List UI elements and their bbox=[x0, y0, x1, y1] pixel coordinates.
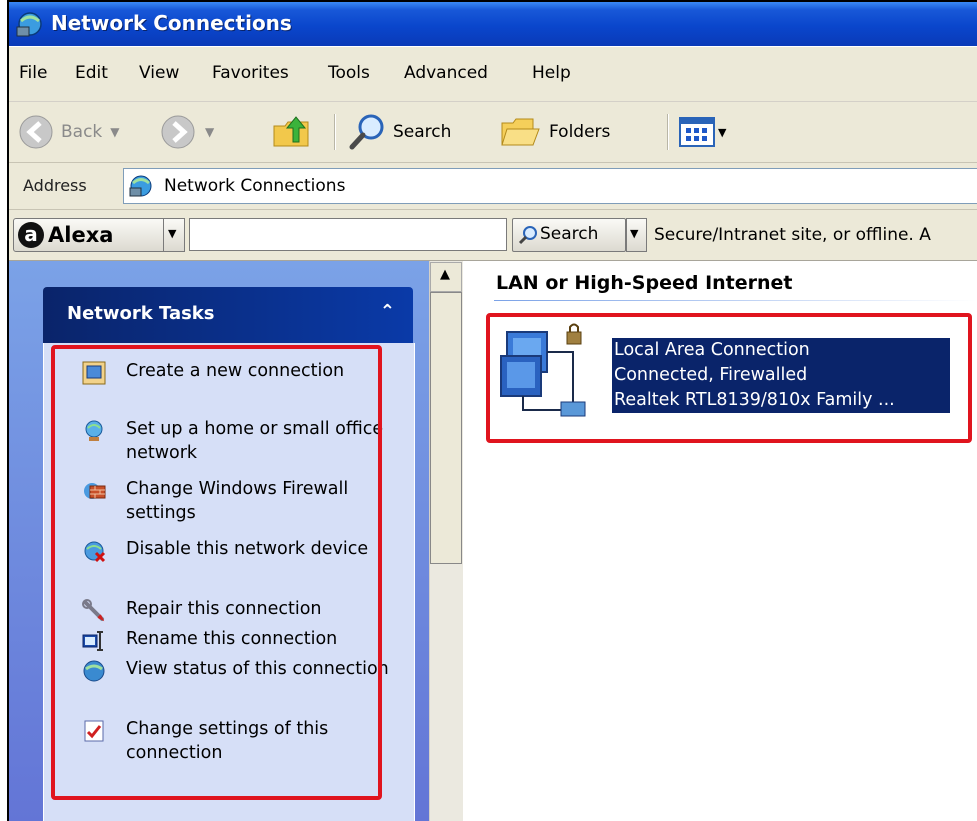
views-dropdown-icon[interactable]: ▼ bbox=[718, 126, 726, 139]
search-button[interactable]: Search bbox=[347, 111, 451, 153]
alexa-status-text: Secure/Intranet site, or offline. A bbox=[654, 225, 931, 245]
address-value: Network Connections bbox=[164, 176, 346, 196]
chevron-down-icon: ▼ bbox=[630, 227, 639, 240]
folders-button[interactable]: Folders bbox=[499, 111, 610, 153]
toolbar-separator bbox=[667, 114, 669, 150]
folders-label: Folders bbox=[549, 122, 611, 142]
back-arrow-icon bbox=[19, 115, 53, 149]
menu-edit[interactable]: Edit bbox=[75, 63, 108, 83]
forward-button[interactable]: ▼ bbox=[159, 111, 214, 153]
menu-view[interactable]: View bbox=[139, 63, 179, 83]
up-folder-icon bbox=[273, 116, 309, 147]
toolbar: Back ▼ ▼ Search Folders ▼ bbox=[9, 102, 977, 163]
network-tasks-title: Network Tasks bbox=[67, 303, 215, 324]
menu-tools[interactable]: Tools bbox=[328, 63, 370, 83]
alexa-button[interactable]: a Alexa bbox=[13, 218, 169, 252]
network-connections-icon bbox=[129, 175, 152, 197]
views-icon bbox=[679, 117, 715, 147]
alexa-search-button[interactable]: Search bbox=[512, 218, 626, 252]
alexa-search-label: Search bbox=[540, 224, 599, 244]
alexa-logo-icon: a bbox=[18, 222, 44, 248]
back-button[interactable]: Back ▼ bbox=[17, 111, 120, 153]
annotation-highlight-connection bbox=[486, 313, 972, 443]
back-dropdown-icon[interactable]: ▼ bbox=[110, 125, 119, 139]
title-bar[interactable]: Network Connections bbox=[9, 2, 977, 46]
views-button[interactable]: ▼ bbox=[679, 111, 726, 153]
folders-icon bbox=[501, 118, 540, 146]
address-bar: Address Network Connections bbox=[9, 163, 977, 210]
search-label: Search bbox=[393, 122, 452, 142]
alexa-search-input[interactable] bbox=[189, 218, 507, 251]
alexa-toolbar: a Alexa ▼ Search ▼ Secure/Intranet site,… bbox=[9, 210, 977, 261]
group-title: LAN or High-Speed Internet bbox=[496, 272, 793, 294]
collapse-icon[interactable]: ⌃ bbox=[380, 301, 395, 322]
alexa-label: Alexa bbox=[48, 223, 114, 247]
magnifier-icon bbox=[518, 226, 537, 245]
alexa-search-dropdown[interactable]: ▼ bbox=[626, 218, 647, 252]
menu-file[interactable]: File bbox=[19, 63, 47, 83]
network-connections-icon bbox=[16, 12, 42, 37]
chevron-down-icon: ▼ bbox=[168, 227, 177, 240]
group-divider bbox=[494, 300, 977, 301]
forward-arrow-icon bbox=[161, 115, 195, 149]
up-folder-button[interactable] bbox=[271, 111, 313, 153]
toolbar-separator bbox=[334, 114, 336, 150]
window-title: Network Connections bbox=[51, 11, 292, 35]
address-field[interactable]: Network Connections bbox=[123, 168, 977, 204]
annotation-highlight-tasks bbox=[51, 345, 382, 800]
menu-help[interactable]: Help bbox=[532, 63, 571, 83]
address-label: Address bbox=[23, 176, 87, 195]
back-label: Back bbox=[61, 122, 103, 142]
magnifier-icon bbox=[349, 114, 384, 150]
arrow-up-icon: ▲ bbox=[440, 267, 450, 282]
network-tasks-header[interactable]: Network Tasks ⌃ bbox=[43, 287, 413, 343]
scroll-thumb[interactable] bbox=[430, 292, 462, 564]
alexa-dropdown-button[interactable]: ▼ bbox=[163, 218, 185, 252]
menu-bar: File Edit View Favorites Tools Advanced … bbox=[9, 47, 977, 102]
scroll-up-button[interactable]: ▲ bbox=[430, 262, 462, 292]
menu-favorites[interactable]: Favorites bbox=[212, 63, 289, 83]
menu-advanced[interactable]: Advanced bbox=[404, 63, 488, 83]
forward-dropdown-icon[interactable]: ▼ bbox=[205, 125, 214, 139]
